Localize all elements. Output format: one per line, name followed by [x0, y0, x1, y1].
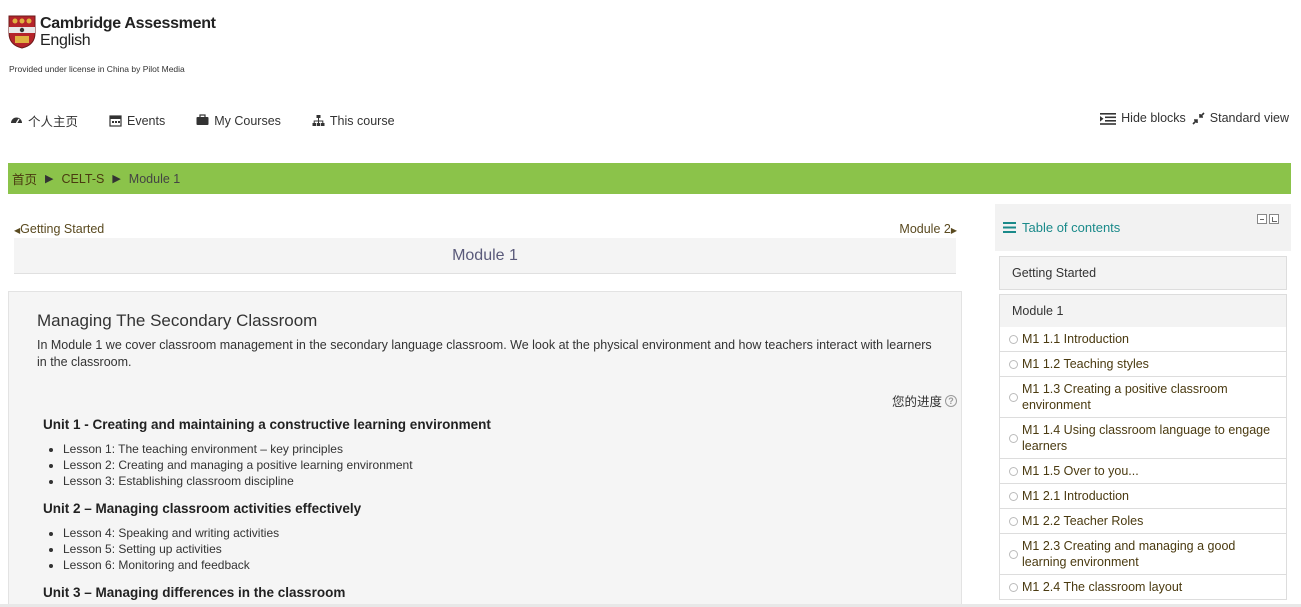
unit-heading: Unit 3 – Managing differences in the cla… [43, 585, 346, 600]
progress-indicator: 您的进度 ? [892, 391, 957, 410]
module-title: Module 1 [14, 238, 956, 274]
nav-label: My Courses [214, 113, 281, 128]
list-item: Lesson 3: Establishing classroom discipl… [63, 473, 413, 489]
hide-blocks-label: Hide blocks [1121, 111, 1186, 125]
nav-dashboard[interactable]: 个人主页 [10, 111, 78, 130]
next-label: Module 2 [899, 222, 951, 236]
toc-item-label: M1 1.2 Teaching styles [1022, 357, 1149, 371]
toc-item[interactable]: M1 1.2 Teaching styles [999, 352, 1287, 377]
completion-circle-icon [1009, 466, 1018, 476]
completion-circle-icon [1009, 491, 1018, 501]
toc-item[interactable]: M1 2.4 The classroom layout [999, 575, 1287, 600]
toc-item-label: M1 2.3 Creating and managing a good lear… [1022, 539, 1236, 569]
completion-circle-icon [1009, 516, 1018, 526]
compress-icon [1192, 111, 1205, 125]
toc-item-label: M1 2.4 The classroom layout [1022, 580, 1183, 594]
breadcrumb: 首页 ▶ CELT-S ▶ Module 1 [8, 163, 1291, 194]
main-nav: 个人主页 Events My Courses This course [10, 111, 426, 130]
briefcase-icon [196, 114, 209, 125]
toc-section-module-1[interactable]: Module 1 [999, 294, 1287, 328]
toc-item[interactable]: M1 1.4 Using classroom language to engag… [999, 418, 1287, 459]
completion-circle-icon [1009, 359, 1018, 369]
toc-item-label: M1 1.4 Using classroom language to engag… [1022, 423, 1271, 453]
completion-circle-icon [1009, 433, 1018, 443]
nav-my-courses[interactable]: My Courses [196, 111, 281, 130]
toc-item-label: M1 2.2 Teacher Roles [1022, 514, 1144, 528]
prev-section-link[interactable]: ◀Getting Started [14, 222, 104, 236]
lesson-list: Lesson 4: Speaking and writing activitie… [63, 525, 279, 573]
view-controls: Hide blocks Standard view [1094, 111, 1289, 125]
site-logo[interactable]: Cambridge Assessment English [8, 15, 216, 49]
toc-block-header: Table of contents [995, 204, 1291, 251]
completion-circle-icon [1009, 334, 1018, 344]
list-item: Lesson 4: Speaking and writing activitie… [63, 525, 279, 541]
nav-events[interactable]: Events [109, 111, 165, 130]
section-intro: In Module 1 we cover classroom managemen… [37, 338, 932, 369]
toc-title[interactable]: Table of contents [1003, 220, 1120, 235]
unit-heading: Unit 1 - Creating and maintaining a cons… [43, 417, 491, 432]
help-icon[interactable]: ? [945, 394, 957, 407]
completion-circle-icon [1009, 582, 1018, 592]
menu-icon [1003, 222, 1016, 233]
indent-icon [1100, 112, 1117, 125]
completion-circle-icon [1009, 392, 1018, 402]
toc-item[interactable]: M1 2.2 Teacher Roles [999, 509, 1287, 534]
list-item: Lesson 2: Creating and managing a positi… [63, 457, 413, 473]
crest-icon [8, 15, 36, 49]
list-item: Lesson 5: Setting up activities [63, 541, 279, 557]
breadcrumb-separator: ▶ [45, 173, 54, 185]
list-item: Lesson 6: Monitoring and feedback [63, 557, 279, 573]
minimize-icon[interactable] [1257, 214, 1267, 224]
toc-item-label: M1 1.1 Introduction [1022, 332, 1130, 346]
nav-label: 个人主页 [28, 115, 79, 129]
license-text: Provided under license in China by Pilot… [9, 64, 185, 74]
toc-list: M1 1.1 Introduction M1 1.2 Teaching styl… [999, 327, 1287, 600]
completion-circle-icon [1009, 549, 1018, 559]
toc-item-label: M1 2.1 Introduction [1022, 489, 1130, 503]
calendar-icon [109, 115, 122, 127]
nav-label: Events [127, 113, 166, 128]
arrow-right-icon: ▶ [950, 226, 957, 235]
next-section-link[interactable]: Module 2▶ [899, 222, 957, 236]
sitemap-icon [312, 115, 325, 126]
nav-this-course[interactable]: This course [312, 111, 395, 130]
breadcrumb-current[interactable]: Module 1 [129, 172, 180, 186]
list-item: Lesson 1: The teaching environment – key… [63, 441, 413, 457]
standard-view-label: Standard view [1209, 111, 1289, 125]
logo-line2: English [40, 32, 91, 49]
unit-heading: Unit 2 – Managing classroom activities e… [43, 501, 362, 516]
hide-blocks-button[interactable]: Hide blocks [1100, 111, 1186, 125]
toc-section-getting-started[interactable]: Getting Started [999, 256, 1287, 290]
section-summary: Managing The Secondary Classroom In Modu… [8, 291, 962, 607]
toc-item[interactable]: M1 1.1 Introduction [999, 327, 1287, 352]
breadcrumb-course[interactable]: CELT-S [61, 172, 104, 186]
standard-view-button[interactable]: Standard view [1192, 111, 1289, 125]
toc-item[interactable]: M1 2.1 Introduction [999, 484, 1287, 509]
lesson-list: Lesson 1: The teaching environment – key… [63, 441, 413, 489]
toc-item[interactable]: M1 2.3 Creating and managing a good lear… [999, 534, 1287, 575]
toc-item-label: M1 1.3 Creating a positive classroom env… [1022, 382, 1228, 412]
logo-line1: Cambridge Assessment [40, 15, 216, 32]
progress-label: 您的进度 [891, 395, 942, 409]
dashboard-icon [11, 117, 22, 124]
toc-item[interactable]: M1 1.5 Over to you... [999, 459, 1287, 484]
toc-item-label: M1 1.5 Over to you... [1022, 464, 1139, 478]
breadcrumb-separator: ▶ [112, 173, 121, 185]
nav-label: This course [329, 113, 395, 128]
prev-label: Getting Started [20, 222, 105, 236]
breadcrumb-home[interactable]: 首页 [12, 169, 37, 188]
section-heading: Managing The Secondary Classroom [37, 311, 318, 330]
toc-title-label: Table of contents [1022, 220, 1121, 235]
toc-item[interactable]: M1 1.3 Creating a positive classroom env… [999, 377, 1287, 418]
dock-icon[interactable] [1269, 214, 1279, 224]
